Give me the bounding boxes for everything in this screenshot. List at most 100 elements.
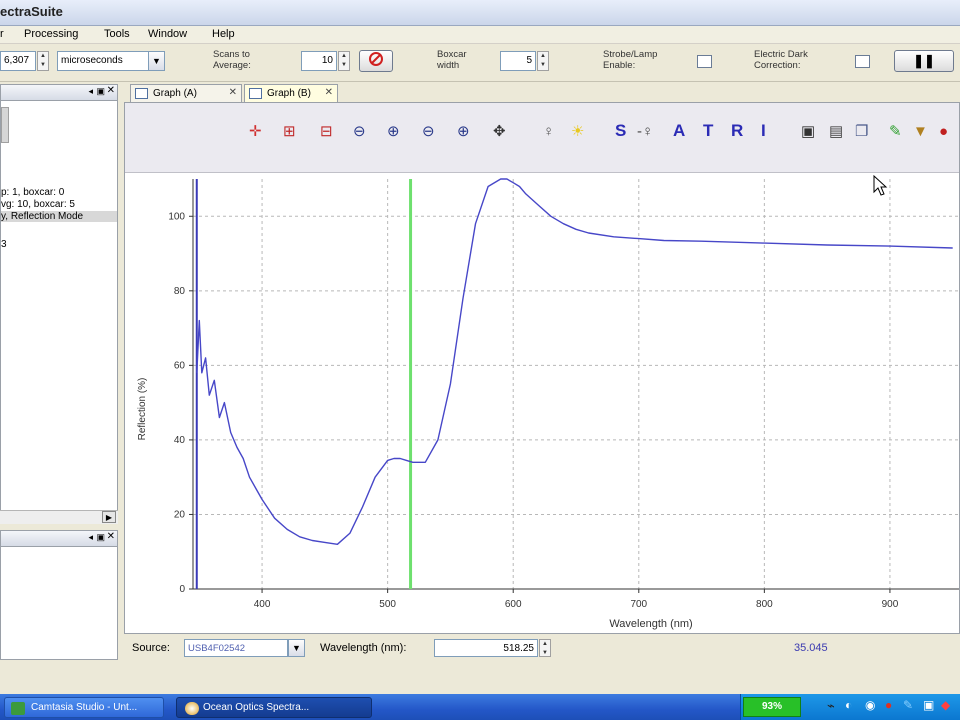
y-tick-label: 60 [174,360,186,371]
graph-tab-icon [135,88,148,99]
panel-header: ◂ ▣ ✕ [1,85,117,101]
transmission-mode-button[interactable]: T [703,121,713,141]
zoom-in-icon[interactable]: ⊕ [387,123,400,141]
save-icon[interactable]: ▣ [801,123,815,141]
volume-icon[interactable]: ◐ [845,698,852,712]
taskbar: Camtasia Studio - Unt... Ocean Optics Sp… [0,694,960,720]
bulb-on-icon[interactable]: ☀ [571,123,584,141]
power-plug-icon[interactable]: ⌁ [827,698,835,714]
taskbar-item-spectrasuite[interactable]: Ocean Optics Spectra... [176,697,372,718]
zoom-fit-icon[interactable]: ⊕ [457,123,470,141]
y-tick-label: 0 [179,584,185,595]
print-icon[interactable]: ▤ [829,123,843,141]
dark-correction-checkbox[interactable] [855,55,870,68]
reflection-mode-button[interactable]: R [731,121,743,141]
tray-monitor-icon[interactable]: ▣ [923,698,934,712]
absorbance-mode-button[interactable]: A [673,121,685,141]
boxcar-spinner[interactable]: ▲ ▼ [537,51,549,71]
left-panel-scrollbar[interactable]: ▶ [0,510,118,524]
pan-icon[interactable]: ✥ [493,123,506,141]
panel-float-icon[interactable]: ▣ [96,532,105,543]
integration-unit-select[interactable]: microseconds [57,51,151,71]
copy-icon[interactable]: ❐ [855,123,868,141]
tab-label: Graph (A) [153,88,197,99]
acquisition-toolbar: 6,307 ▲ ▼ microseconds ▼ Scans to Average… [0,44,960,82]
pause-icon: ❚❚ [913,53,935,68]
integration-time-input[interactable]: 6,307 [0,51,36,71]
y-tick-label: 40 [174,435,186,446]
scans-input[interactable]: 10 [301,51,337,71]
disable-scans-button[interactable] [359,50,393,72]
panel-line-2: vg: 10, boxcar: 5 [1,199,75,210]
taskbar-item-label: Ocean Optics Spectra... [203,702,310,713]
reflection-spectrum-line [196,178,953,545]
taskbar-item-label: Camtasia Studio - Unt... [31,702,138,713]
menu-item-window[interactable]: Window [148,28,187,40]
zoom-vertical-icon[interactable]: ⊟ [320,123,333,141]
menu-item-help[interactable]: Help [212,28,235,40]
no-symbol-icon [369,52,383,66]
export-icon[interactable]: ▼ [913,123,928,141]
strobe-label: Strobe/Lamp Enable: [603,49,658,71]
panel-pin-icon[interactable]: ◂ [88,86,93,97]
data-sources-panel: ◂ ▣ ✕ p: 1, boxcar: 0 vg: 10, boxcar: 5 … [0,84,118,524]
source-bar: Source: USB4F02542 ▼ Wavelength (nm): 51… [124,636,960,660]
ocean-optics-icon [185,702,199,715]
tree-node-box [1,107,9,143]
unit-dropdown-icon[interactable]: ▼ [148,51,165,71]
integration-spinner[interactable]: ▲ ▼ [37,51,49,71]
series-layer [196,178,953,545]
x-tick-label: 600 [505,599,522,610]
zoom-out-icon[interactable]: ⊖ [353,123,366,141]
source-dropdown-icon[interactable]: ▼ [288,639,305,657]
strobe-checkbox[interactable] [697,55,712,68]
graph-tab-icon [249,88,262,99]
irradiance-mode-button[interactable]: I [761,121,766,141]
panel-pin-icon[interactable]: ◂ [88,532,93,543]
grid-lines [193,179,959,589]
tab-close-icon[interactable]: ✕ [325,87,333,98]
menu-item-file[interactable]: r [0,28,4,40]
panel-float-icon[interactable]: ▣ [96,86,105,97]
chart-axes [189,179,959,593]
boxcar-input[interactable]: 5 [500,51,536,71]
tab-label: Graph (B) [267,88,311,99]
bulb-off-icon[interactable]: ♀ [543,123,554,141]
panel-close-icon[interactable]: ✕ [107,85,115,96]
source-select[interactable]: USB4F02542 [184,639,288,657]
scans-spinner[interactable]: ▲ ▼ [338,51,350,71]
tab-close-icon[interactable]: ✕ [229,87,237,98]
menu-item-tools[interactable]: Tools [104,28,130,40]
network-icon[interactable]: ◉ [865,698,875,712]
wavelength-spinner[interactable]: ▲ ▼ [539,639,551,657]
pause-button[interactable]: ❚❚ [894,50,954,72]
x-tick-label: 900 [882,599,899,610]
stop-icon[interactable]: ● [939,123,948,141]
boxcar-label: Boxcar width [437,49,467,71]
taskbar-item-camtasia[interactable]: Camtasia Studio - Unt... [4,697,164,718]
zoom-out-x-icon[interactable]: ⊖ [422,123,435,141]
scope-minus-dark-icon[interactable]: -♀ [637,123,653,141]
wavelength-input[interactable]: 518.25 [434,639,538,657]
panel-line-4: 3 [1,239,7,250]
menu-item-processing[interactable]: Processing [24,28,78,40]
properties-panel: ◂ ▣ ✕ [0,530,118,660]
panel-close-icon[interactable]: ✕ [107,531,115,542]
zoom-box-icon[interactable]: ⊞ [283,123,296,141]
scope-mode-button[interactable]: S [615,121,626,141]
y-tick-label: 100 [168,211,185,222]
security-icon[interactable]: ● [885,698,892,712]
intensity-readout: 35.045 [794,642,828,654]
y-axis-label: Reflection (%) [137,378,148,441]
scroll-right-icon[interactable]: ▶ [102,511,116,523]
wavelength-label: Wavelength (nm): [320,642,407,654]
tab-graph-a[interactable]: Graph (A) ✕ [130,84,242,102]
crosshair-icon[interactable]: ✛ [249,123,262,141]
edit-icon[interactable]: ✎ [889,123,902,141]
battery-indicator[interactable]: 93% [743,697,801,717]
panel-header: ◂ ▣ ✕ [1,531,117,547]
tray-app-icon[interactable]: ✎ [903,698,913,712]
panel-line-3[interactable]: y, Reflection Mode [1,211,117,222]
tab-graph-b[interactable]: Graph (B) ✕ [244,84,338,102]
tray-alert-icon[interactable]: ◆ [941,698,950,712]
